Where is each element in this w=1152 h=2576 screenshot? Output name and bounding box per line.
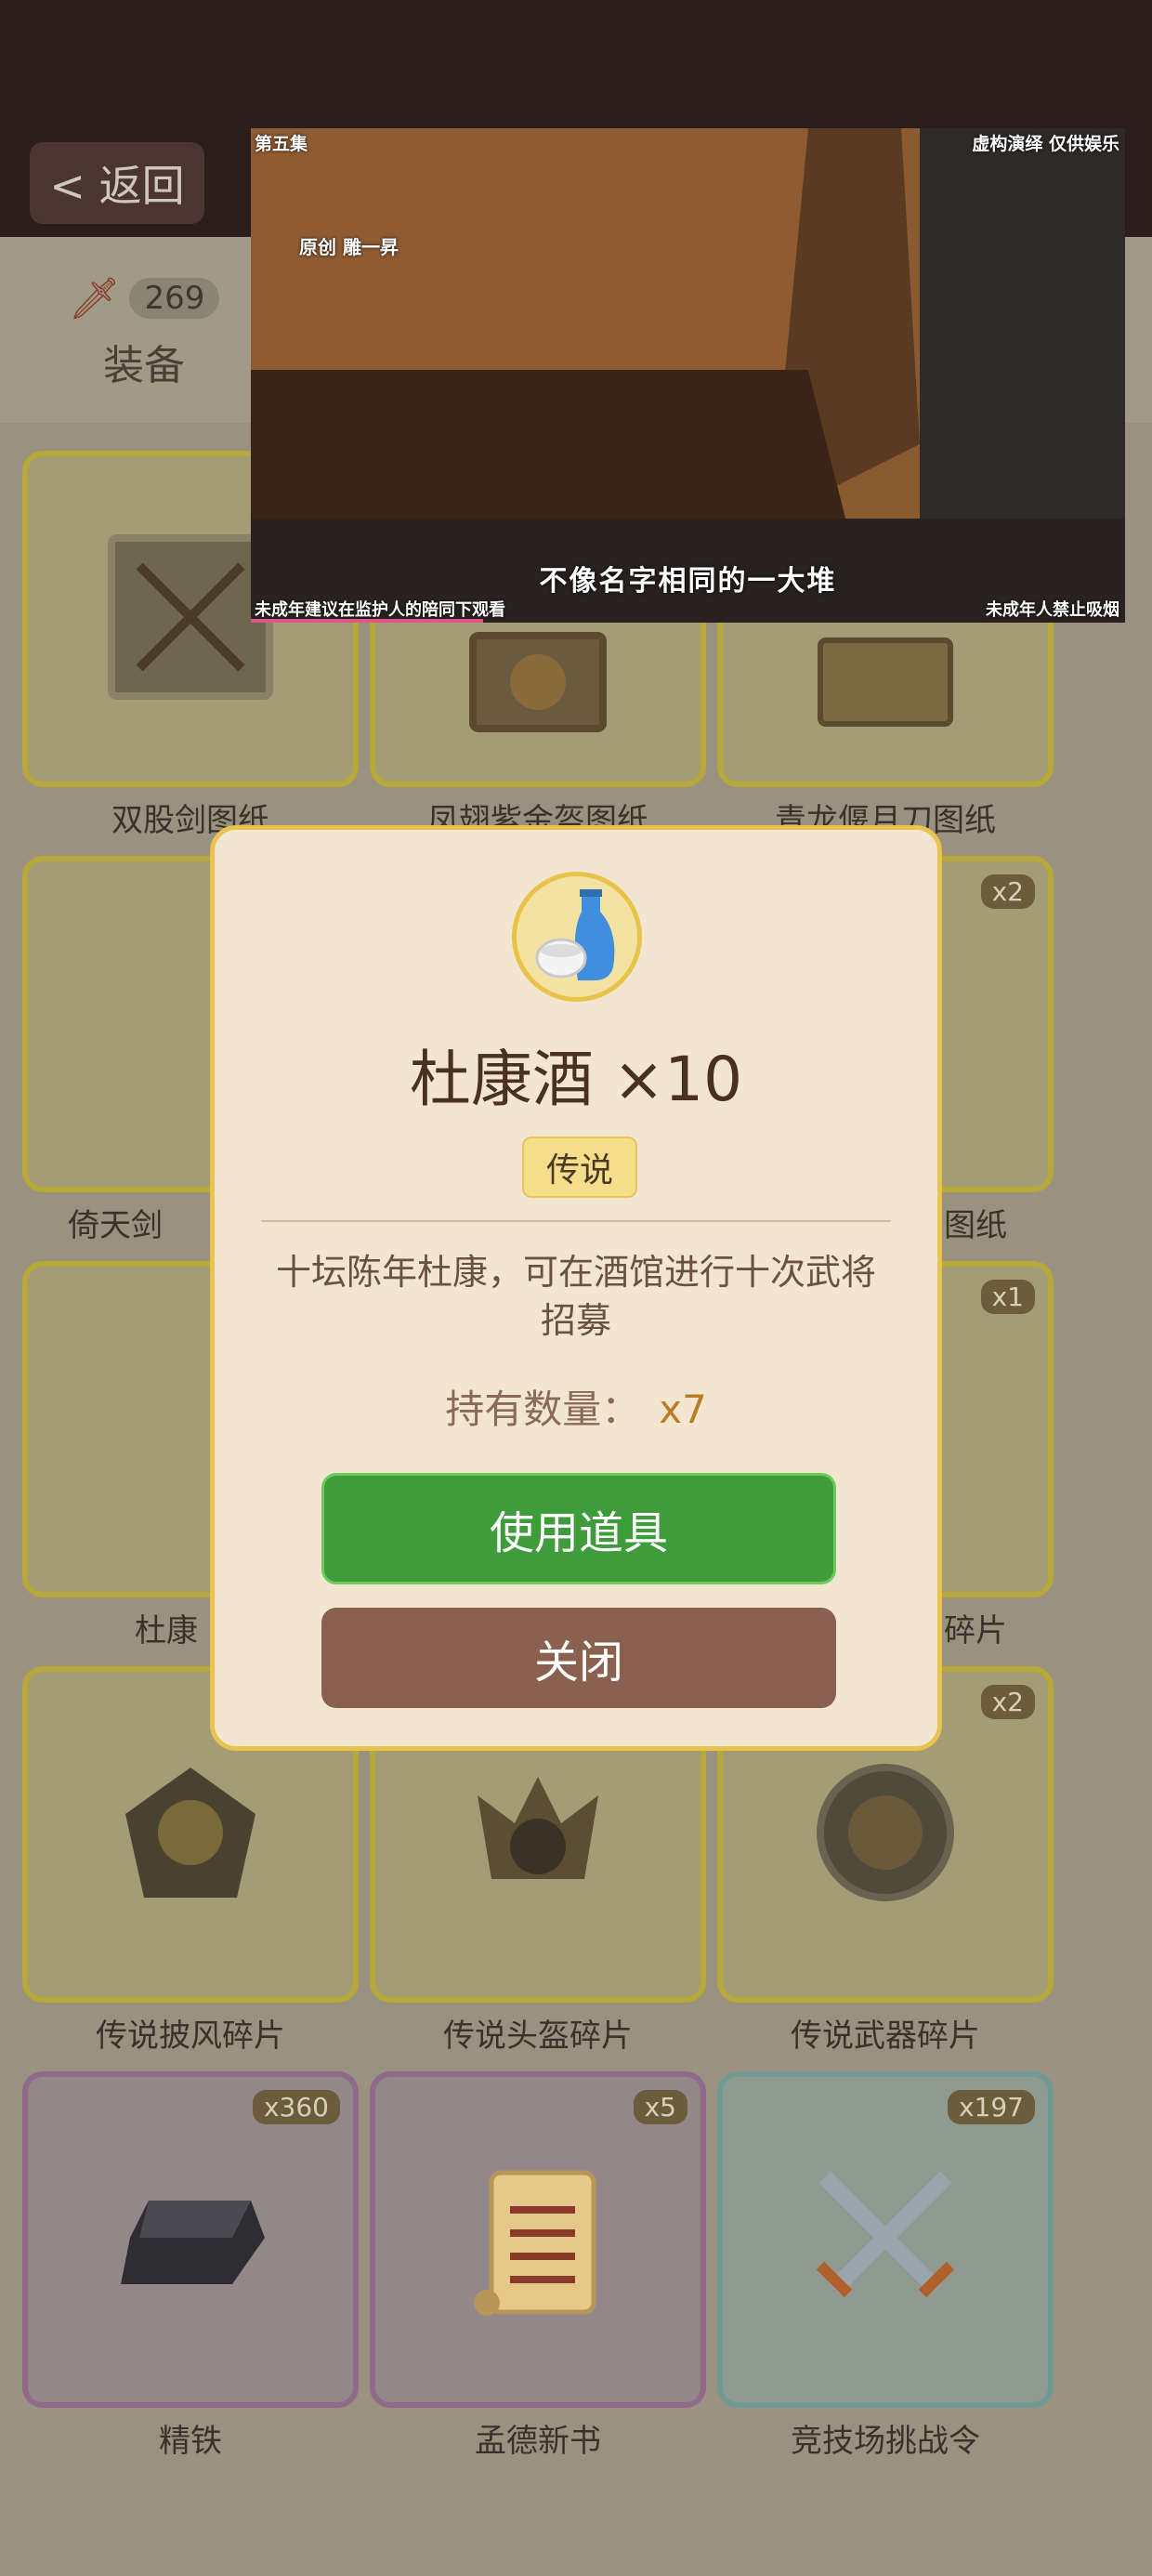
guardian-notice: 未成年建议在监护人的陪同下观看 xyxy=(255,600,505,620)
use-item-button[interactable]: 使用道具 xyxy=(321,1473,836,1584)
quantity-badge: x5 xyxy=(633,2090,687,2124)
quantity-badge: x2 xyxy=(980,874,1035,909)
back-button[interactable]: < 返回 xyxy=(30,142,204,224)
sword-icon: 🗡 xyxy=(68,275,121,322)
original-credit: 原创 雕一昇 xyxy=(299,236,399,258)
cape-fragment-icon xyxy=(116,1758,265,1911)
item-card[interactable]: x5 xyxy=(370,2071,706,2408)
item-label: 孟德新书 xyxy=(475,2423,601,2460)
equipment-count: 269 xyxy=(129,278,220,319)
disclaimer-label: 虚构演绎 仅供娱乐 xyxy=(972,134,1119,154)
video-player[interactable]: 第五集 虚构演绎 仅供娱乐 原创 雕一昇 不像名字相同的一大堆 未成年建议在监护… xyxy=(251,128,1125,623)
tab-equipment[interactable]: 🗡 269 装备 xyxy=(65,274,223,391)
video-subtitle: 不像名字相同的一大堆 xyxy=(539,565,837,598)
video-progress-bar[interactable] xyxy=(251,619,483,623)
video-frame xyxy=(251,128,1125,623)
iron-ingot-icon xyxy=(111,2182,269,2297)
item-label: 倚天剑 xyxy=(68,1207,163,1244)
modal-divider xyxy=(261,1220,891,1222)
owned-label: 持有数量： xyxy=(445,1387,641,1432)
owned-quantity: 持有数量： x7 xyxy=(215,1378,937,1435)
item-label: 传说头盔碎片 xyxy=(443,2017,633,2055)
item-label: 精铁 xyxy=(159,2423,222,2460)
smoking-notice: 未成年人禁止吸烟 xyxy=(986,600,1119,620)
crossed-swords-icon xyxy=(802,2154,969,2325)
item-label: 竞技场挑战令 xyxy=(791,2423,980,2460)
item-detail-modal: 杜康酒 ×10 传说 十坛陈年杜康，可在酒馆进行十次武将招募 持有数量： x7 使… xyxy=(210,825,942,1751)
item-description: 十坛陈年杜康，可在酒馆进行十次武将招募 xyxy=(275,1252,876,1341)
modal-title: 杜康酒 ×10 xyxy=(409,1044,743,1115)
owned-value: x7 xyxy=(659,1387,707,1432)
helmet-fragment-icon xyxy=(459,1758,617,1911)
quantity-badge: x2 xyxy=(980,1685,1035,1719)
episode-label: 第五集 xyxy=(255,134,308,154)
item-card[interactable]: x360 xyxy=(22,2071,359,2408)
scroll-blueprint-icon xyxy=(468,631,608,737)
book-scroll-icon xyxy=(459,2154,617,2325)
close-button[interactable]: 关闭 xyxy=(321,1608,836,1708)
item-label: 传说武器碎片 xyxy=(791,2017,980,2055)
item-card[interactable]: x197 xyxy=(717,2071,1054,2408)
item-label: 传说披风碎片 xyxy=(96,2017,285,2055)
quantity-badge: x360 xyxy=(252,2090,340,2124)
quantity-badge: x1 xyxy=(980,1280,1035,1314)
tab-equipment-label: 装备 xyxy=(103,342,185,389)
rarity-badge: 传说 xyxy=(522,1137,637,1198)
quantity-badge: x197 xyxy=(947,2090,1035,2124)
scroll-blueprint-icon xyxy=(816,636,955,732)
weapon-fragment-icon xyxy=(811,1758,960,1911)
wine-jar-icon xyxy=(512,872,642,1002)
